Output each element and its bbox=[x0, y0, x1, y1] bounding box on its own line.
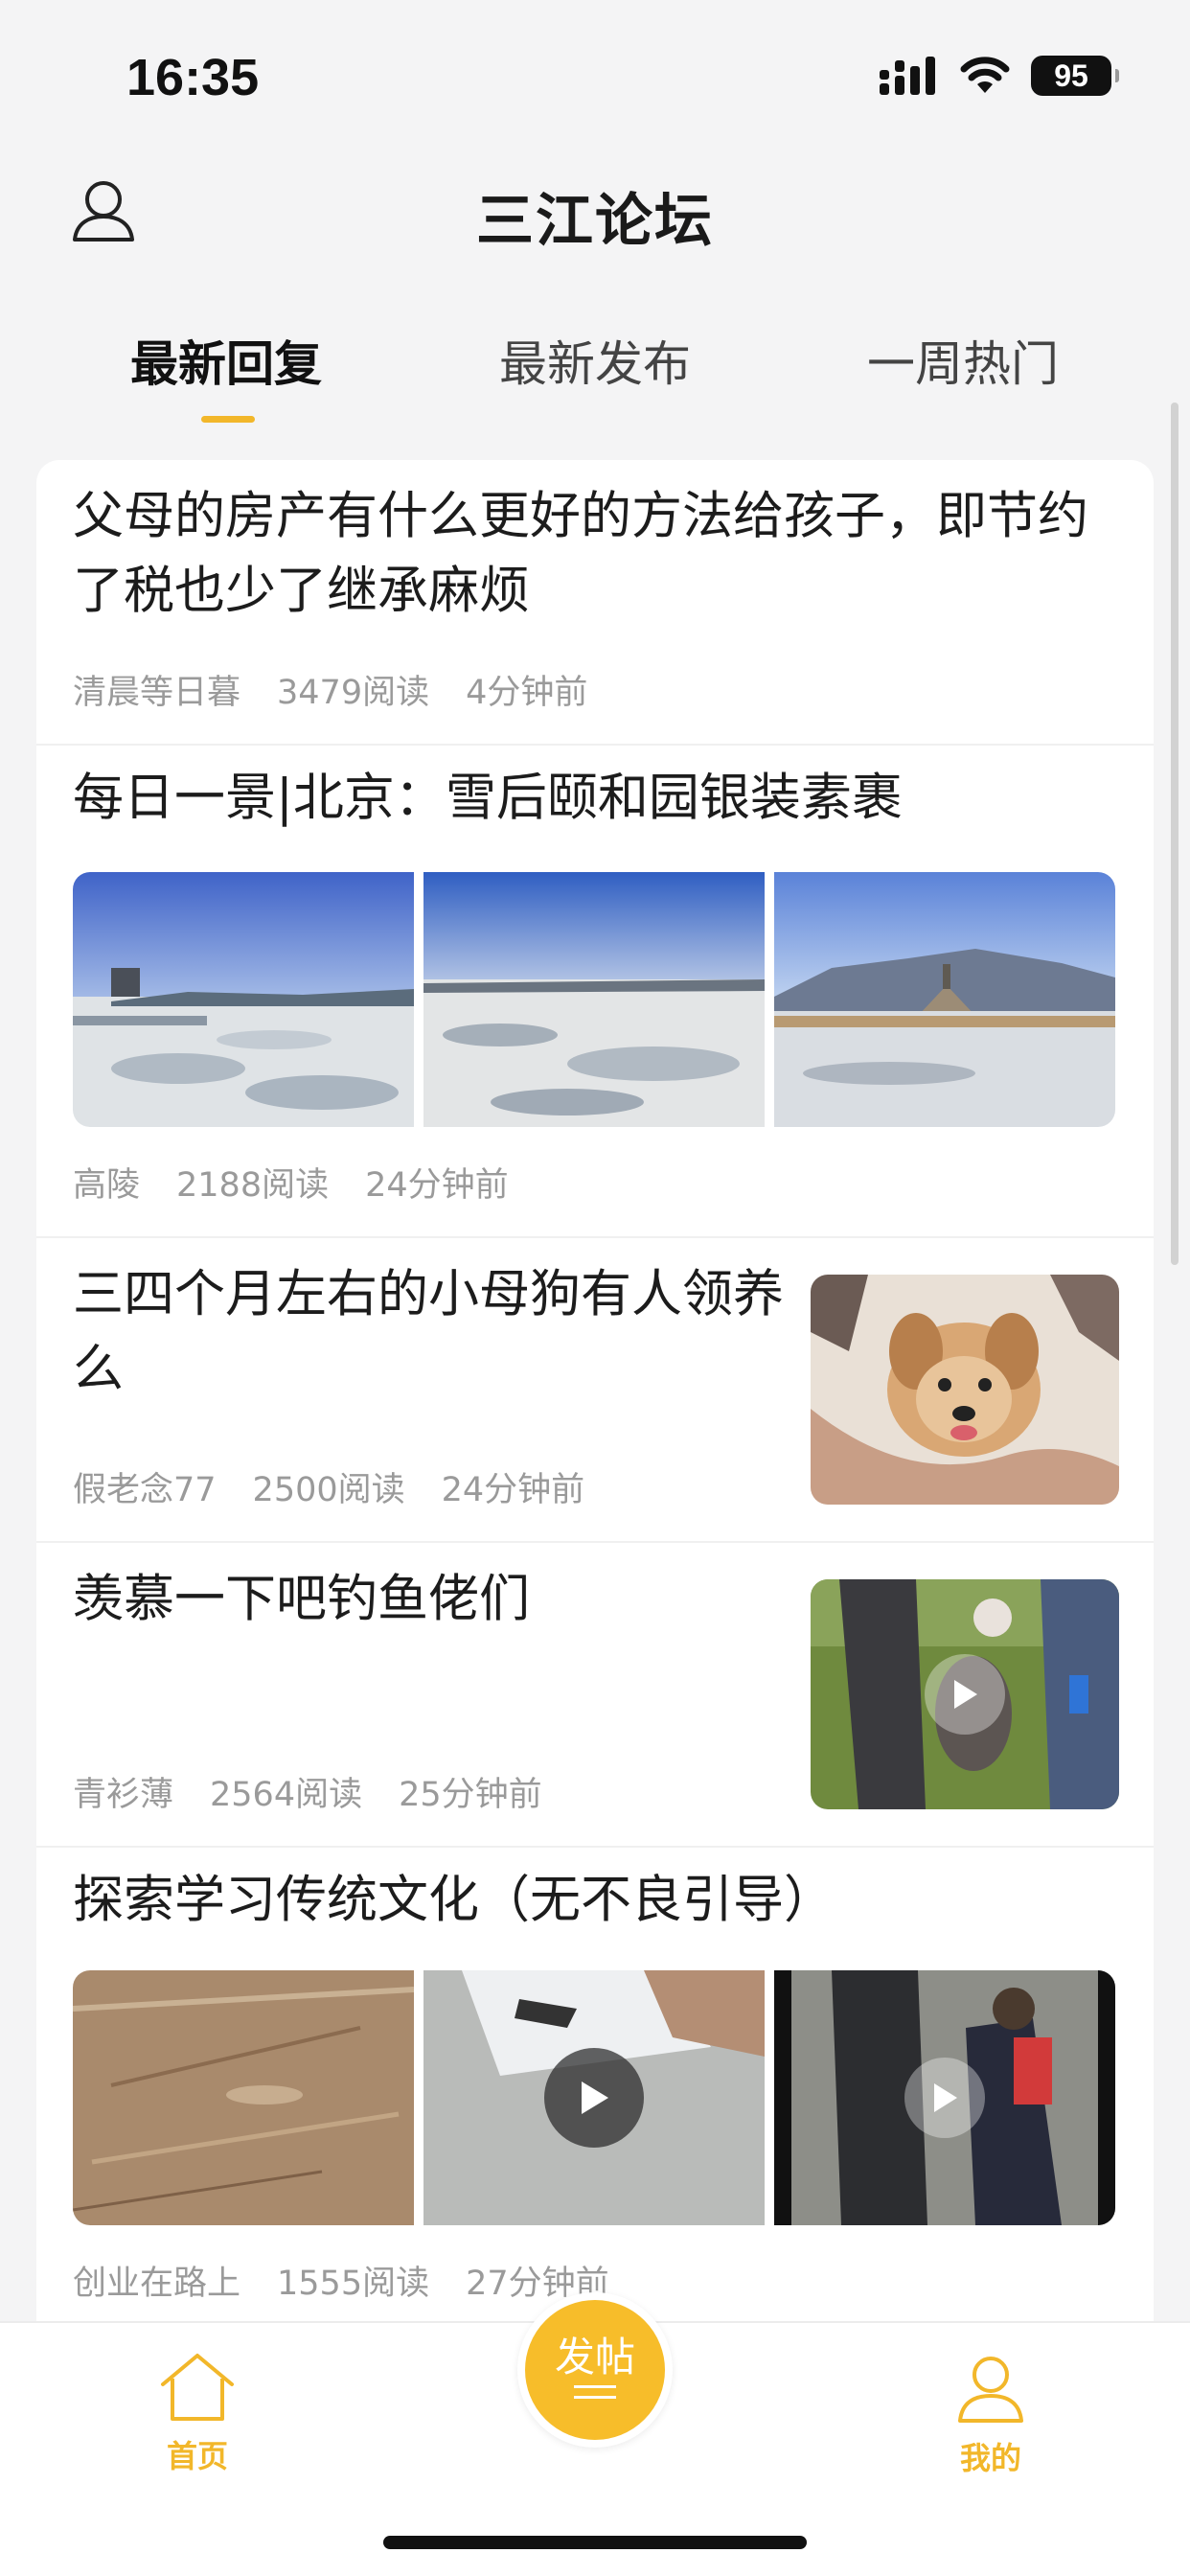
post-reads: 2564阅读 bbox=[210, 1776, 363, 1814]
post-author[interactable]: 创业在路上 bbox=[73, 2256, 240, 2305]
play-icon[interactable] bbox=[925, 1654, 1005, 1735]
status-time: 16:35 bbox=[126, 49, 260, 106]
post-meta: 高陵 2188阅读 24分钟前 bbox=[73, 1158, 509, 1207]
post-title[interactable]: 父母的房产有什么更好的方法给孩子，即节约了税也少了继承麻烦 bbox=[73, 479, 1127, 629]
post-meta: 清晨等日暮 3479阅读 4分钟前 bbox=[73, 665, 587, 714]
battery-icon: 95 bbox=[1031, 56, 1119, 96]
post-item[interactable]: 三四个月左右的小母狗有人领养么 假老念77 2500阅读 24分钟前 bbox=[36, 1238, 1154, 1543]
post-item[interactable]: 父母的房产有什么更好的方法给孩子，即节约了税也少了继承麻烦 清晨等日暮 3479… bbox=[36, 460, 1154, 746]
tabbar-home[interactable]: 首页 bbox=[121, 2352, 274, 2476]
post-image[interactable] bbox=[811, 1275, 1119, 1505]
post-image[interactable] bbox=[423, 872, 765, 1127]
post-meta: 创业在路上 1555阅读 27分钟前 bbox=[73, 2256, 609, 2305]
post-time: 4分钟前 bbox=[466, 674, 588, 712]
nav-header: 三江论坛 bbox=[0, 153, 1190, 268]
post-time: 24分钟前 bbox=[441, 1471, 585, 1509]
post-time: 24分钟前 bbox=[365, 1166, 509, 1205]
tab-weekly-hot[interactable]: 一周热门 bbox=[819, 326, 1107, 395]
user-icon bbox=[958, 2357, 1023, 2423]
tab-bar: 最新回复 最新发布 一周热门 bbox=[0, 316, 1190, 431]
post-author[interactable]: 清晨等日暮 bbox=[73, 665, 240, 714]
post-item[interactable]: 每日一景|北京：雪后颐和园银装素裹 高陵 2188阅读 24分钟前 bbox=[36, 746, 1154, 1238]
post-item[interactable]: 探索学习传统文化（无不良引导） 创业在路上 1555阅读 27分钟前 bbox=[36, 1848, 1154, 2329]
post-reads: 1555阅读 bbox=[277, 2265, 430, 2303]
status-bar: 16:35 95 bbox=[0, 0, 1190, 144]
post-item[interactable]: 羡慕一下吧钓鱼佬们 青衫薄 2564阅读 25分钟前 bbox=[36, 1543, 1154, 1848]
page-title: 三江论坛 bbox=[476, 188, 714, 255]
menu-lines-icon bbox=[574, 2385, 616, 2399]
signal-icon bbox=[880, 57, 935, 95]
post-title[interactable]: 羡慕一下吧钓鱼佬们 bbox=[73, 1562, 820, 1637]
home-icon bbox=[161, 2354, 234, 2421]
wifi-icon bbox=[960, 57, 1010, 93]
post-reads: 2188阅读 bbox=[176, 1166, 330, 1205]
post-title[interactable]: 探索学习传统文化（无不良引导） bbox=[73, 1863, 1127, 1938]
new-post-label: 发帖 bbox=[554, 2334, 635, 2380]
post-time: 25分钟前 bbox=[399, 1776, 542, 1814]
tabbar-mine[interactable]: 我的 bbox=[914, 2352, 1067, 2478]
home-indicator[interactable] bbox=[383, 2536, 807, 2549]
play-icon[interactable] bbox=[544, 2048, 644, 2148]
post-feed: 父母的房产有什么更好的方法给孩子，即节约了税也少了继承麻烦 清晨等日暮 3479… bbox=[36, 460, 1154, 2329]
status-icons: 95 bbox=[880, 56, 1119, 96]
post-image-row bbox=[73, 872, 1115, 1127]
post-author[interactable]: 假老念77 bbox=[73, 1462, 217, 1511]
post-title[interactable]: 每日一景|北京：雪后颐和园银装素裹 bbox=[73, 761, 1127, 836]
post-video-thumbnail[interactable] bbox=[774, 1970, 1115, 2225]
new-post-button[interactable]: 发帖 bbox=[517, 2292, 673, 2448]
scrollbar[interactable] bbox=[1171, 402, 1179, 1265]
post-author[interactable]: 高陵 bbox=[73, 1158, 140, 1207]
post-reads: 3479阅读 bbox=[277, 674, 430, 712]
post-image[interactable] bbox=[73, 872, 414, 1127]
post-video-thumbnail[interactable] bbox=[811, 1579, 1119, 1809]
tabbar-mine-label: 我的 bbox=[959, 2440, 1021, 2476]
post-image[interactable] bbox=[774, 872, 1115, 1127]
tab-latest-posts[interactable]: 最新发布 bbox=[451, 326, 739, 395]
post-reads: 2500阅读 bbox=[252, 1471, 405, 1509]
post-title[interactable]: 三四个月左右的小母狗有人领养么 bbox=[73, 1257, 820, 1407]
post-meta: 假老念77 2500阅读 24分钟前 bbox=[73, 1462, 584, 1511]
tab-latest-replies[interactable]: 最新回复 bbox=[82, 326, 370, 395]
post-video-thumbnail[interactable] bbox=[423, 1970, 765, 2225]
post-meta: 青衫薄 2564阅读 25分钟前 bbox=[73, 1767, 542, 1816]
play-icon[interactable] bbox=[904, 2058, 985, 2138]
active-tab-indicator bbox=[201, 416, 255, 423]
tabbar-home-label: 首页 bbox=[166, 2438, 228, 2474]
post-image-row bbox=[73, 1970, 1115, 2225]
post-author[interactable]: 青衫薄 bbox=[73, 1767, 173, 1816]
post-image[interactable] bbox=[73, 1970, 414, 2225]
